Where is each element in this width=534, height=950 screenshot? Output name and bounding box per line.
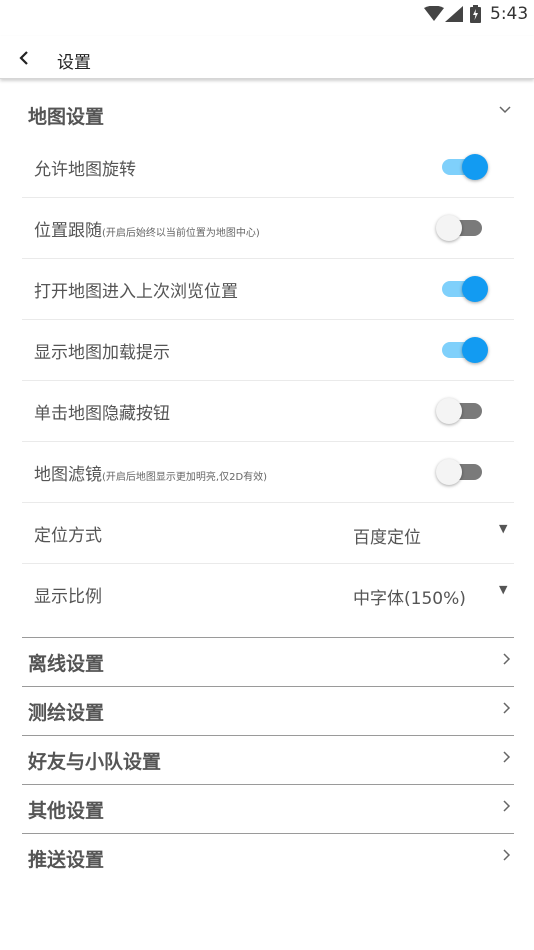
toolbar: 设置	[0, 36, 534, 79]
switch-thumb	[436, 215, 462, 241]
setting-row-map-filter[interactable]: 地图滤镜(开启后地图显示更加明亮,仅2D有效)	[22, 441, 514, 503]
setting-row-location-follow[interactable]: 位置跟随(开启后始终以当前位置为地图中心)	[22, 197, 514, 259]
toggle-switch[interactable]	[436, 274, 488, 304]
setting-hint: (开启后始终以当前位置为地图中心)	[102, 228, 260, 239]
toggle-switch[interactable]	[436, 457, 488, 487]
chevron-down-icon	[499, 106, 511, 114]
switch-thumb	[462, 154, 488, 180]
section-title: 好友与小队设置	[28, 751, 162, 773]
setting-label: 显示地图加载提示	[34, 343, 170, 363]
section-title: 离线设置	[28, 653, 105, 675]
display-scale-select[interactable]: 中字体(150%)	[353, 584, 466, 609]
chevron-right-icon	[503, 653, 511, 665]
setting-label: 单击地图隐藏按钮	[34, 404, 170, 424]
section-title: 其他设置	[28, 800, 105, 822]
setting-row-last-position[interactable]: 打开地图进入上次浏览位置	[22, 258, 514, 320]
setting-label: 允许地图旋转	[34, 160, 136, 180]
toggle-switch[interactable]	[436, 335, 488, 365]
chevron-right-icon	[503, 702, 511, 714]
cell-signal-icon	[445, 6, 463, 22]
section-push-settings[interactable]: 推送设置	[22, 833, 514, 881]
section-title: 地图设置	[28, 106, 105, 128]
setting-label: 定位方式	[34, 526, 102, 546]
chevron-right-icon	[503, 751, 511, 763]
switch-thumb	[462, 276, 488, 302]
setting-row-allow-rotation[interactable]: 允许地图旋转	[22, 136, 514, 198]
status-time: 5:43	[490, 4, 529, 24]
chevron-right-icon	[503, 800, 511, 812]
wifi-icon	[424, 6, 444, 21]
setting-label: 位置跟随(开启后始终以当前位置为地图中心)	[34, 221, 260, 241]
switch-thumb	[462, 337, 488, 363]
switch-thumb	[436, 398, 462, 424]
section-friends-team-settings[interactable]: 好友与小队设置	[22, 735, 514, 783]
setting-label: 地图滤镜(开启后地图显示更加明亮,仅2D有效)	[34, 465, 268, 485]
setting-hint: (开启后地图显示更加明亮,仅2D有效)	[102, 472, 268, 483]
battery-icon	[470, 5, 481, 23]
chevron-right-icon	[503, 849, 511, 861]
setting-row-location-method[interactable]: 定位方式 百度定位 ▼	[22, 502, 514, 564]
setting-row-loading-hint[interactable]: 显示地图加载提示	[22, 319, 514, 381]
back-icon[interactable]	[18, 50, 30, 66]
switch-thumb	[436, 459, 462, 485]
toggle-switch[interactable]	[436, 213, 488, 243]
section-survey-settings[interactable]: 测绘设置	[22, 686, 514, 734]
setting-row-hide-buttons[interactable]: 单击地图隐藏按钮	[22, 380, 514, 442]
dropdown-arrow-icon[interactable]: ▼	[499, 583, 507, 596]
section-other-settings[interactable]: 其他设置	[22, 784, 514, 832]
setting-label: 显示比例	[34, 587, 102, 607]
page-title: 设置	[57, 53, 91, 73]
setting-label: 打开地图进入上次浏览位置	[34, 282, 238, 302]
status-bar: 5:43	[0, 0, 534, 30]
dropdown-arrow-icon[interactable]: ▼	[499, 522, 507, 535]
section-title: 推送设置	[28, 849, 105, 871]
toggle-switch[interactable]	[436, 152, 488, 182]
setting-row-display-scale[interactable]: 显示比例 中字体(150%) ▼	[22, 563, 514, 624]
section-offline-settings[interactable]: 离线设置	[22, 637, 514, 685]
location-method-select[interactable]: 百度定位	[353, 523, 421, 548]
section-title: 测绘设置	[28, 702, 105, 724]
section-map-settings[interactable]: 地图设置	[22, 90, 514, 138]
toggle-switch[interactable]	[436, 396, 488, 426]
